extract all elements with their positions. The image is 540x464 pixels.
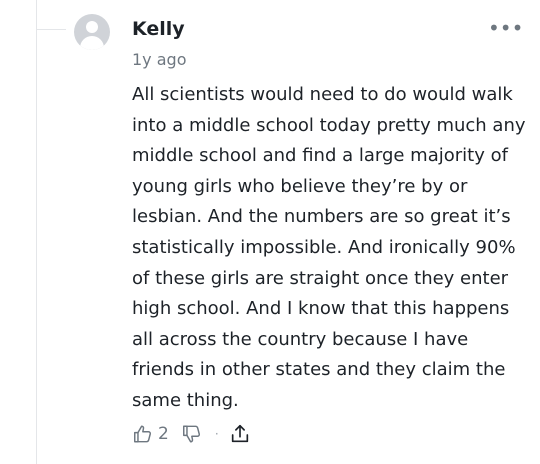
comment-actions: 2 ·: [132, 420, 251, 448]
avatar-head: [86, 21, 98, 33]
comment-author[interactable]: Kelly: [132, 16, 185, 42]
action-separator: ·: [214, 427, 219, 441]
thread-branch: [36, 29, 66, 30]
more-horizontal-icon: •••: [488, 16, 524, 40]
more-options-button[interactable]: •••: [488, 18, 523, 38]
thumbs-down-icon: [182, 425, 200, 443]
avatar[interactable]: [74, 14, 110, 50]
avatar-body: [80, 36, 104, 50]
share-icon: [231, 424, 248, 443]
thumbs-down-button[interactable]: [181, 423, 203, 445]
comment-text: All scientists would need to do would wa…: [132, 84, 526, 411]
thumbs-up-button[interactable]: [132, 423, 154, 445]
thumbs-up-count: 2: [158, 424, 169, 444]
thumbs-up-icon: [134, 425, 152, 443]
share-button[interactable]: [229, 423, 251, 445]
thread-line: [36, 0, 37, 464]
comment-timestamp: 1y ago: [132, 50, 187, 69]
